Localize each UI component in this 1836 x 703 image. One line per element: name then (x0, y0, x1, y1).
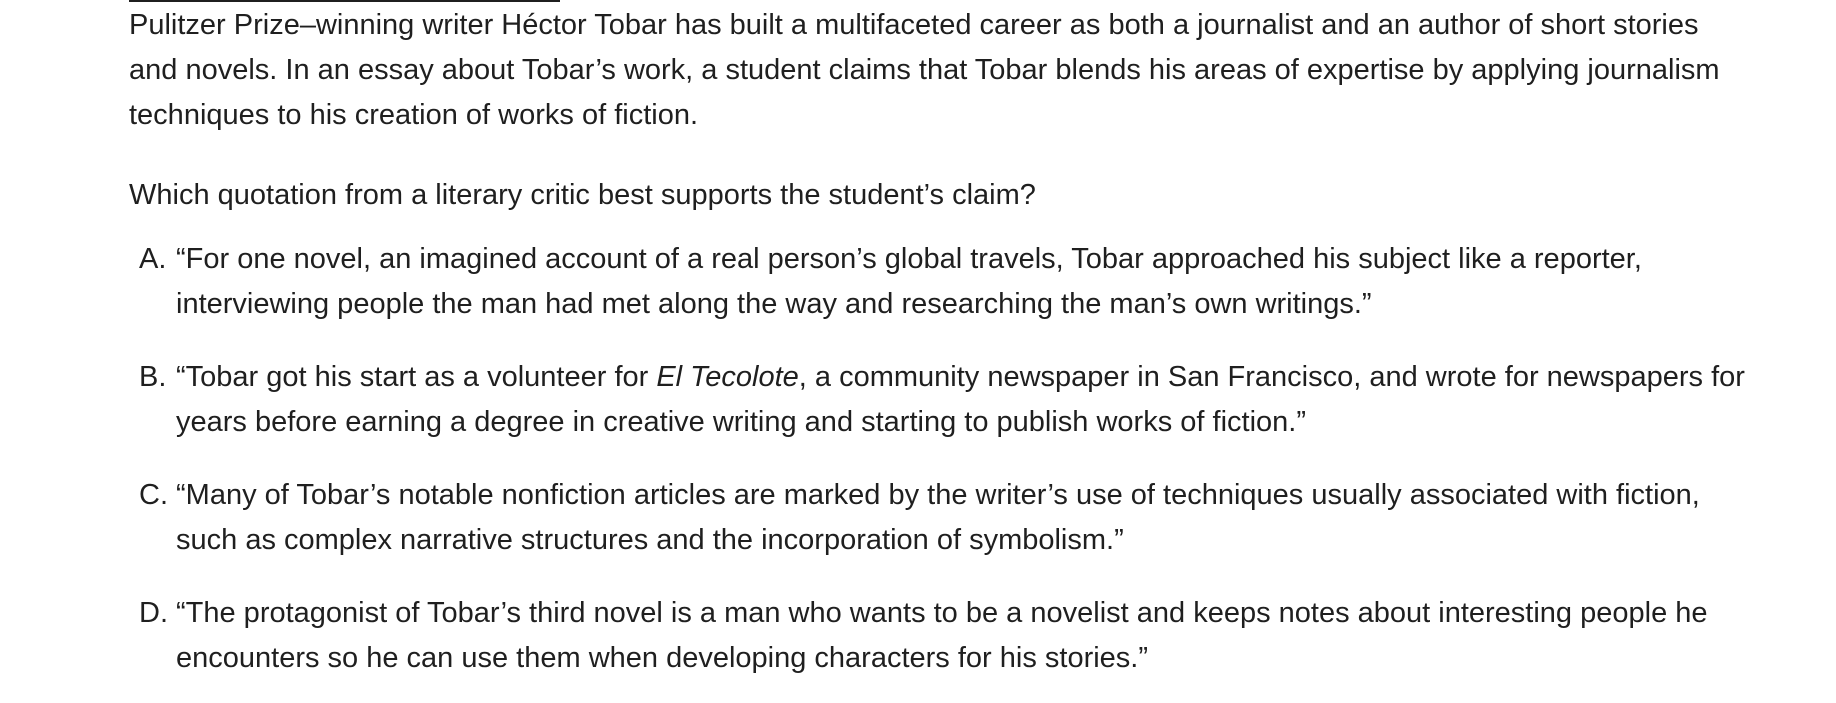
option-text: “The protagonist of Tobar’s third novel … (176, 597, 1708, 674)
question-prompt: Which quotation from a literary critic b… (129, 179, 1036, 211)
answer-option-a[interactable]: A. “For one novel, an imagined account o… (129, 237, 1749, 327)
option-letter: D. (139, 597, 168, 629)
option-text: “Many of Tobar’s notable nonfiction arti… (176, 479, 1700, 556)
option-text: “For one novel, an imagined account of a… (176, 243, 1642, 320)
option-text-before: “Tobar got his start as a volunteer for (176, 361, 657, 393)
question-content: Pulitzer Prize–winning writer Héctor Tob… (129, 3, 1749, 681)
passage-text: Pulitzer Prize–winning writer Héctor Tob… (129, 9, 1720, 131)
newspaper-title: El Tecolote (656, 361, 799, 393)
option-letter: B. (139, 361, 167, 393)
option-letter: C. (139, 479, 168, 511)
answer-options: A. “For one novel, an imagined account o… (129, 237, 1749, 681)
answer-option-b[interactable]: B. “Tobar got his start as a volunteer f… (129, 355, 1749, 445)
answer-option-d[interactable]: D. “The protagonist of Tobar’s third nov… (129, 591, 1749, 681)
option-letter: A. (139, 243, 167, 275)
answer-option-c[interactable]: C. “Many of Tobar’s notable nonfiction a… (129, 473, 1749, 563)
top-divider (129, 0, 560, 2)
